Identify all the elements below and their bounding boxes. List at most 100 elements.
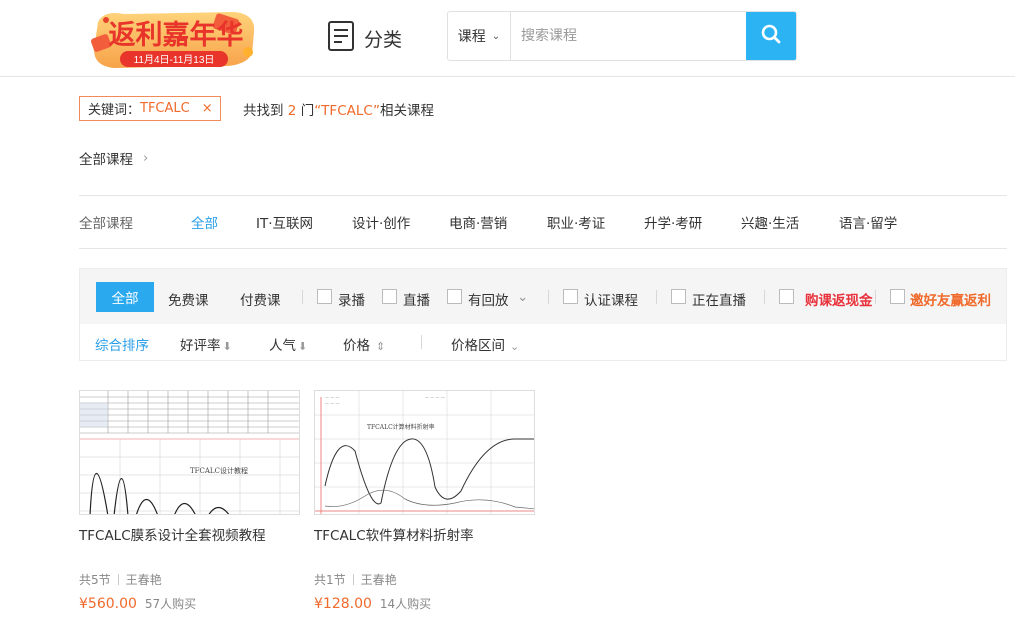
chevron-down-icon[interactable]: ⌄ xyxy=(517,289,528,305)
category-nav-label: 全部课程 xyxy=(79,216,133,232)
result-summary: 共找到 2 门“TFCALC”相关课程 xyxy=(243,99,434,119)
search-icon xyxy=(760,23,782,49)
sort-updown-icon: ⇕ xyxy=(376,340,386,353)
category-item-ecommerce[interactable]: 电商·营销 xyxy=(449,212,507,232)
buyer-count: 14人购买 xyxy=(379,597,432,611)
filter-panel: 全部 免费课 付费课 录播 直播 有回放 ⌄ 认证课程 正在直播 购课返现金 邀… xyxy=(79,268,1007,361)
divider xyxy=(764,290,765,304)
close-icon[interactable]: × xyxy=(202,101,213,116)
divider xyxy=(656,290,657,304)
sort-rating-label: 好评率 xyxy=(180,338,221,354)
sort-rating[interactable]: 好评率 ⬇ xyxy=(180,334,232,354)
search-button[interactable] xyxy=(746,12,796,60)
lesson-count: 共5节 xyxy=(79,573,111,587)
living-now-checkbox[interactable] xyxy=(671,289,686,304)
chevron-down-icon: ⌄ xyxy=(491,30,501,42)
course-meta: 共5节 王春艳 xyxy=(79,571,162,588)
buyer-count: 57人购买 xyxy=(144,597,197,611)
result-suffix: 相关课程 xyxy=(380,103,435,119)
category-menu-button[interactable]: 分类 xyxy=(327,20,402,56)
course-price-row: ¥560.00 57人购买 xyxy=(79,593,196,612)
divider xyxy=(352,574,354,585)
sort-popularity[interactable]: 人气 ⬇ xyxy=(269,334,307,354)
teacher-name[interactable]: 王春艳 xyxy=(361,573,397,587)
result-middle: 门 xyxy=(300,103,315,119)
keyword-value: TFCALC xyxy=(140,101,190,116)
svg-text:— — —: — — — xyxy=(325,401,340,406)
replay-checkbox[interactable] xyxy=(447,289,462,304)
invite-checkbox[interactable] xyxy=(890,289,905,304)
keyword-filter-tag: 关键词： TFCALC × xyxy=(79,96,221,121)
promo-logo[interactable]: 返利嘉年华 11月4日-11月13日 xyxy=(84,6,266,74)
category-item-design[interactable]: 设计·创作 xyxy=(352,212,410,232)
recorded-label: 录播 xyxy=(338,293,365,309)
invite-label: 邀好友赢返利 xyxy=(910,293,991,309)
logo-dates: 11月4日-11月13日 xyxy=(134,54,215,66)
chevron-down-icon: ⌄ xyxy=(510,340,520,353)
cashback-checkbox[interactable] xyxy=(779,289,794,304)
logo-title: 返利嘉年华 xyxy=(109,19,244,51)
search-scope-value: 课程 xyxy=(457,29,486,45)
course-thumbnail[interactable]: TFCALC设计教程 xyxy=(79,390,300,515)
divider xyxy=(875,290,876,304)
category-item-exam[interactable]: 升学·考研 xyxy=(644,212,702,232)
keyword-label: 关键词： xyxy=(88,103,141,118)
tab-all[interactable]: 全部 xyxy=(96,282,154,312)
list-icon xyxy=(327,20,355,56)
price-range-label: 价格区间 xyxy=(451,338,505,354)
category-item-all[interactable]: 全部 xyxy=(191,212,218,232)
certified-label: 认证课程 xyxy=(584,293,638,309)
living-now-label: 正在直播 xyxy=(692,293,746,309)
sort-popularity-label: 人气 xyxy=(269,338,296,354)
arrow-down-icon: ⬇ xyxy=(222,340,232,353)
result-prefix: 共找到 xyxy=(243,103,284,119)
result-keyword: “TFCALC” xyxy=(314,103,381,119)
divider xyxy=(548,290,549,304)
course-price: ¥560.00 xyxy=(79,596,137,612)
course-thumbnail[interactable]: — — — — — — — — — — TFCALC计算材料折射率 xyxy=(314,390,535,515)
site-header: 返利嘉年华 11月4日-11月13日 分类 课程 ⌄ xyxy=(0,0,1015,77)
live-checkbox[interactable] xyxy=(382,289,397,304)
tab-free[interactable]: 免费课 xyxy=(168,289,209,309)
course-title[interactable]: TFCALC软件算材料折射率 xyxy=(314,524,474,544)
sort-price[interactable]: 价格 ⇕ xyxy=(343,334,385,354)
course-price-row: ¥128.00 14人购买 xyxy=(314,593,431,612)
search-input[interactable] xyxy=(511,12,746,60)
sort-price-label: 价格 xyxy=(343,338,370,354)
divider xyxy=(421,335,422,349)
thumbnail-caption: TFCALC设计教程 xyxy=(190,466,248,475)
filter-bar: 全部 免费课 付费课 录播 直播 有回放 ⌄ 认证课程 正在直播 购课返现金 邀… xyxy=(80,269,1006,324)
category-item-language[interactable]: 语言·留学 xyxy=(839,212,897,232)
chevron-right-icon: › xyxy=(143,150,149,166)
cashback-label: 购课返现金 xyxy=(805,293,873,309)
breadcrumb-label: 全部课程 xyxy=(79,152,133,168)
svg-text:— — — —: — — — — xyxy=(425,395,445,400)
lesson-count: 共1节 xyxy=(314,573,346,587)
course-meta: 共1节 王春艳 xyxy=(314,571,397,588)
category-menu-label: 分类 xyxy=(364,28,403,51)
svg-text:— — —: — — — xyxy=(325,395,340,400)
result-count: 2 xyxy=(287,103,297,119)
search-scope-select[interactable]: 课程 ⌄ xyxy=(448,12,511,60)
breadcrumb[interactable]: 全部课程 › xyxy=(79,148,149,169)
category-item-career[interactable]: 职业·考证 xyxy=(547,212,605,232)
price-range-dropdown[interactable]: 价格区间 ⌄ xyxy=(451,334,519,354)
divider xyxy=(302,290,303,304)
divider xyxy=(117,574,119,585)
replay-label: 有回放 xyxy=(468,293,509,309)
arrow-down-icon: ⬇ xyxy=(298,340,308,353)
certified-checkbox[interactable] xyxy=(563,289,578,304)
search-bar: 课程 ⌄ xyxy=(447,11,797,61)
live-label: 直播 xyxy=(403,293,430,309)
divider xyxy=(79,248,1007,249)
category-item-hobby[interactable]: 兴趣·生活 xyxy=(741,212,799,232)
course-title[interactable]: TFCALC膜系设计全套视频教程 xyxy=(79,524,266,544)
thumbnail-caption: TFCALC计算材料折射率 xyxy=(367,423,435,431)
recorded-checkbox[interactable] xyxy=(317,289,332,304)
tab-paid[interactable]: 付费课 xyxy=(240,289,281,309)
course-price: ¥128.00 xyxy=(314,596,372,612)
sort-default[interactable]: 综合排序 xyxy=(95,334,149,354)
category-item-it[interactable]: IT·互联网 xyxy=(256,212,313,232)
teacher-name[interactable]: 王春艳 xyxy=(126,573,162,587)
divider xyxy=(79,195,1007,196)
